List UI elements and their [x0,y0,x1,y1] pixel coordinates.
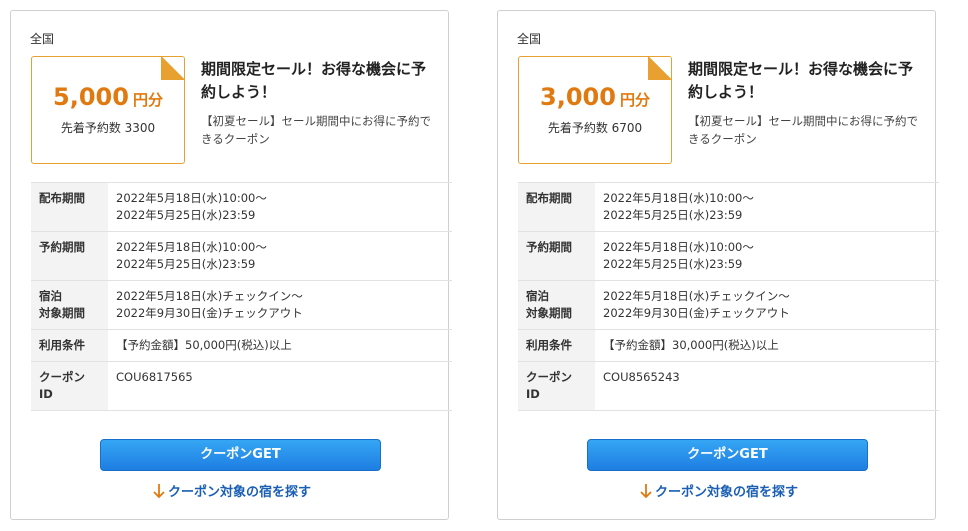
row-value: 【予約金額】30,000円(税込)以上 [595,329,939,362]
coupon-ticket: 3,000 円分 先着予約数 6700 [518,56,672,164]
table-row: 予約期間 2022年5月18日(水)10:00～ 2022年5月25日(水)23:… [31,231,452,281]
row-value: 2022年5月18日(水)チェックイン～ 2022年9月30日(金)チェックアウト [108,280,452,330]
amount-value: 5,000 [53,83,129,111]
reservation-limit: 先着予約数 3300 [60,121,156,135]
coupon-get-button[interactable]: クーポンGET [587,439,868,471]
row-value: 2022年5月18日(水)10:00～ 2022年5月25日(水)23:59 [108,231,452,281]
row-label: 配布期間 [518,182,595,232]
table-row: 宿泊 対象期間 2022年5月18日(水)チェックイン～ 2022年9月30日(金)… [31,280,452,330]
coupon-description: 【初夏セール】セール期間中にお得に予約できるクーポン [688,114,918,146]
coupon-card: 全国 3,000 円分 先着予約数 6700 期間限定セール！お得な機会に予約しよ… [497,10,939,520]
row-value: 2022年5月18日(水)10:00～ 2022年5月25日(水)23:59 [108,182,452,232]
ticket-corner-fold [161,57,184,80]
table-row: クーポン ID COU6817565 [31,361,452,411]
search-target-inns-link[interactable]: クーポン対象の宿を探す [152,481,311,500]
search-link-label: クーポン対象の宿を探す [655,485,799,500]
table-row: 利用条件 【予約金額】50,000円(税込)以上 [31,329,452,362]
row-label: 宿泊 対象期間 [518,280,595,330]
coupon-amount: 3,000 円分 [519,85,671,109]
coupon-headline: 期間限定セール！お得な機会に予約しよう！ [201,60,427,101]
amount-unit: 円分 [619,91,650,109]
table-row: 配布期間 2022年5月18日(水)10:00～ 2022年5月25日(水)23:… [31,182,452,232]
row-label: クーポン ID [518,361,595,411]
row-value: 2022年5月18日(水)10:00～ 2022年5月25日(水)23:59 [595,182,939,232]
row-value: 2022年5月18日(水)10:00～ 2022年5月25日(水)23:59 [595,231,939,281]
table-row: 予約期間 2022年5月18日(水)10:00～ 2022年5月25日(水)23:… [518,231,939,281]
coupon-info-table: 配布期間 2022年5月18日(水)10:00～ 2022年5月25日(水)23:… [518,182,939,411]
table-row: クーポン ID COU8565243 [518,361,939,411]
region-label: 全国 [517,32,542,46]
ticket-corner-fold [648,57,671,80]
coupon-card: 全国 5,000 円分 先着予約数 3300 期間限定セール！お得な機会に予約しよ… [10,10,452,520]
search-link-label: クーポン対象の宿を探す [168,485,312,500]
table-row: 配布期間 2022年5月18日(水)10:00～ 2022年5月25日(水)23:… [518,182,939,232]
reservation-limit: 先着予約数 6700 [547,121,643,135]
search-target-inns-link[interactable]: クーポン対象の宿を探す [639,481,798,500]
region-label: 全国 [30,32,55,46]
coupon-ticket: 5,000 円分 先着予約数 3300 [31,56,185,164]
amount-value: 3,000 [540,83,616,111]
row-label: 利用条件 [518,329,595,362]
row-value: 【予約金額】50,000円(税込)以上 [108,329,452,362]
row-label: クーポン ID [31,361,108,411]
row-label: 利用条件 [31,329,108,362]
row-label: 予約期間 [31,231,108,281]
amount-unit: 円分 [132,91,163,109]
row-value: COU6817565 [108,361,452,411]
coupon-description: 【初夏セール】セール期間中にお得に予約できるクーポン [201,114,431,146]
row-label: 宿泊 対象期間 [31,280,108,330]
arrow-down-icon [640,484,652,499]
row-label: 予約期間 [518,231,595,281]
table-row: 利用条件 【予約金額】30,000円(税込)以上 [518,329,939,362]
table-row: 宿泊 対象期間 2022年5月18日(水)チェックイン～ 2022年9月30日(金)… [518,280,939,330]
coupon-info-table: 配布期間 2022年5月18日(水)10:00～ 2022年5月25日(水)23:… [31,182,452,411]
arrow-down-icon [153,484,165,499]
row-label: 配布期間 [31,182,108,232]
row-value: COU8565243 [595,361,939,411]
row-value: 2022年5月18日(水)チェックイン～ 2022年9月30日(金)チェックアウト [595,280,939,330]
coupon-amount: 5,000 円分 [32,85,184,109]
coupon-get-button[interactable]: クーポンGET [100,439,381,471]
coupon-headline: 期間限定セール！お得な機会に予約しよう！ [688,60,914,101]
